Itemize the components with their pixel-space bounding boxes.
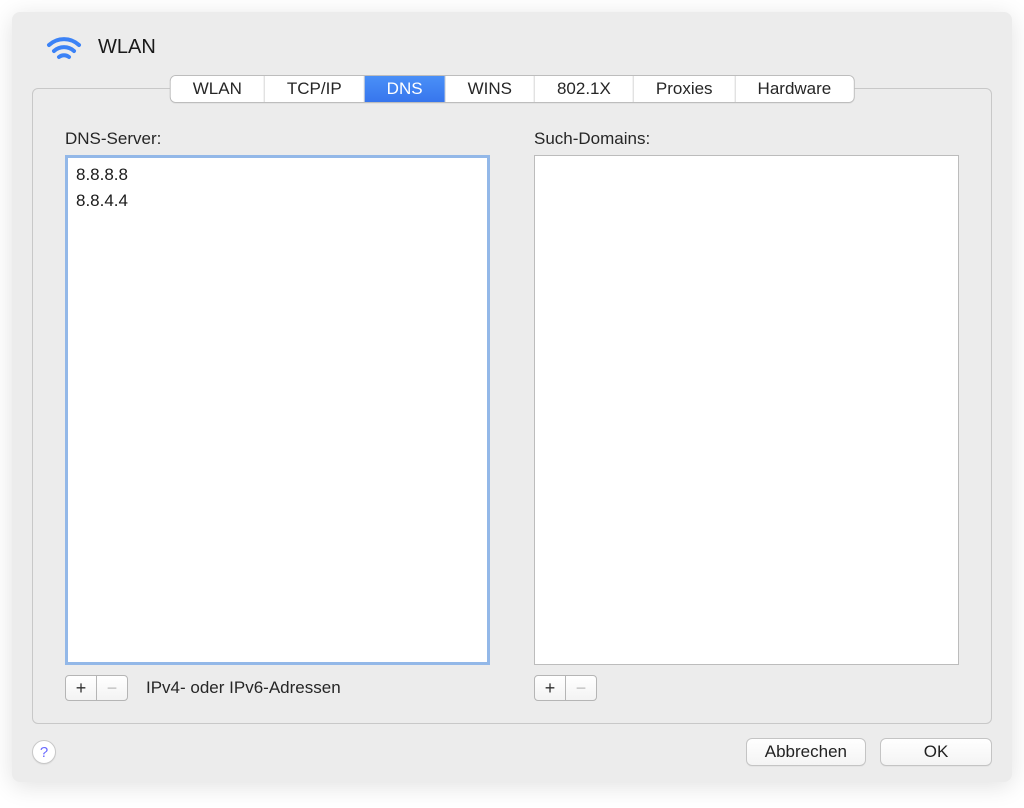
tab-hardware[interactable]: Hardware <box>736 76 854 102</box>
search-domains-column: Such-Domains: + − <box>534 129 959 701</box>
tab-bar: WLAN TCP/IP DNS WINS 802.1X Proxies Hard… <box>170 75 855 103</box>
help-button[interactable]: ? <box>32 740 56 764</box>
search-add-remove: + − <box>534 675 597 701</box>
dns-column: DNS-Server: 8.8.8.8 8.8.4.4 + − <box>65 129 490 701</box>
tab-proxies[interactable]: Proxies <box>634 76 736 102</box>
search-remove-button[interactable]: − <box>565 675 597 701</box>
network-advanced-window: WLAN WLAN TCP/IP DNS WINS 802.1X Proxies… <box>12 12 1012 782</box>
dns-server-label: DNS-Server: <box>65 129 490 149</box>
help-icon: ? <box>40 744 48 761</box>
tab-wlan[interactable]: WLAN <box>171 76 265 102</box>
ok-button[interactable]: OK <box>880 738 992 766</box>
minus-icon: − <box>576 678 587 699</box>
dns-remove-button[interactable]: − <box>96 675 128 701</box>
list-item[interactable]: 8.8.8.8 <box>76 162 479 188</box>
tab-wins[interactable]: WINS <box>446 76 535 102</box>
panel-wrap: WLAN TCP/IP DNS WINS 802.1X Proxies Hard… <box>32 88 992 724</box>
tab-tcpip[interactable]: TCP/IP <box>265 76 365 102</box>
settings-panel: DNS-Server: 8.8.8.8 8.8.4.4 + − <box>32 88 992 724</box>
list-item[interactable]: 8.8.4.4 <box>76 188 479 214</box>
dns-add-button[interactable]: + <box>65 675 97 701</box>
cancel-button[interactable]: Abbrechen <box>746 738 866 766</box>
plus-icon: + <box>76 678 87 699</box>
tab-dns[interactable]: DNS <box>365 76 446 102</box>
header-title: WLAN <box>98 36 156 59</box>
minus-icon: − <box>107 678 118 699</box>
search-domains-label: Such-Domains: <box>534 129 959 149</box>
search-domains-list[interactable] <box>534 155 959 665</box>
plus-icon: + <box>545 678 556 699</box>
dns-hint: IPv4- oder IPv6-Adressen <box>146 678 341 698</box>
dns-add-remove: + − <box>65 675 128 701</box>
tab-8021x[interactable]: 802.1X <box>535 76 634 102</box>
search-add-button[interactable]: + <box>534 675 566 701</box>
wifi-icon <box>42 30 86 64</box>
header: WLAN <box>12 12 1012 68</box>
dns-server-list[interactable]: 8.8.8.8 8.8.4.4 <box>65 155 490 665</box>
footer: ? Abbrechen OK <box>12 724 1012 782</box>
